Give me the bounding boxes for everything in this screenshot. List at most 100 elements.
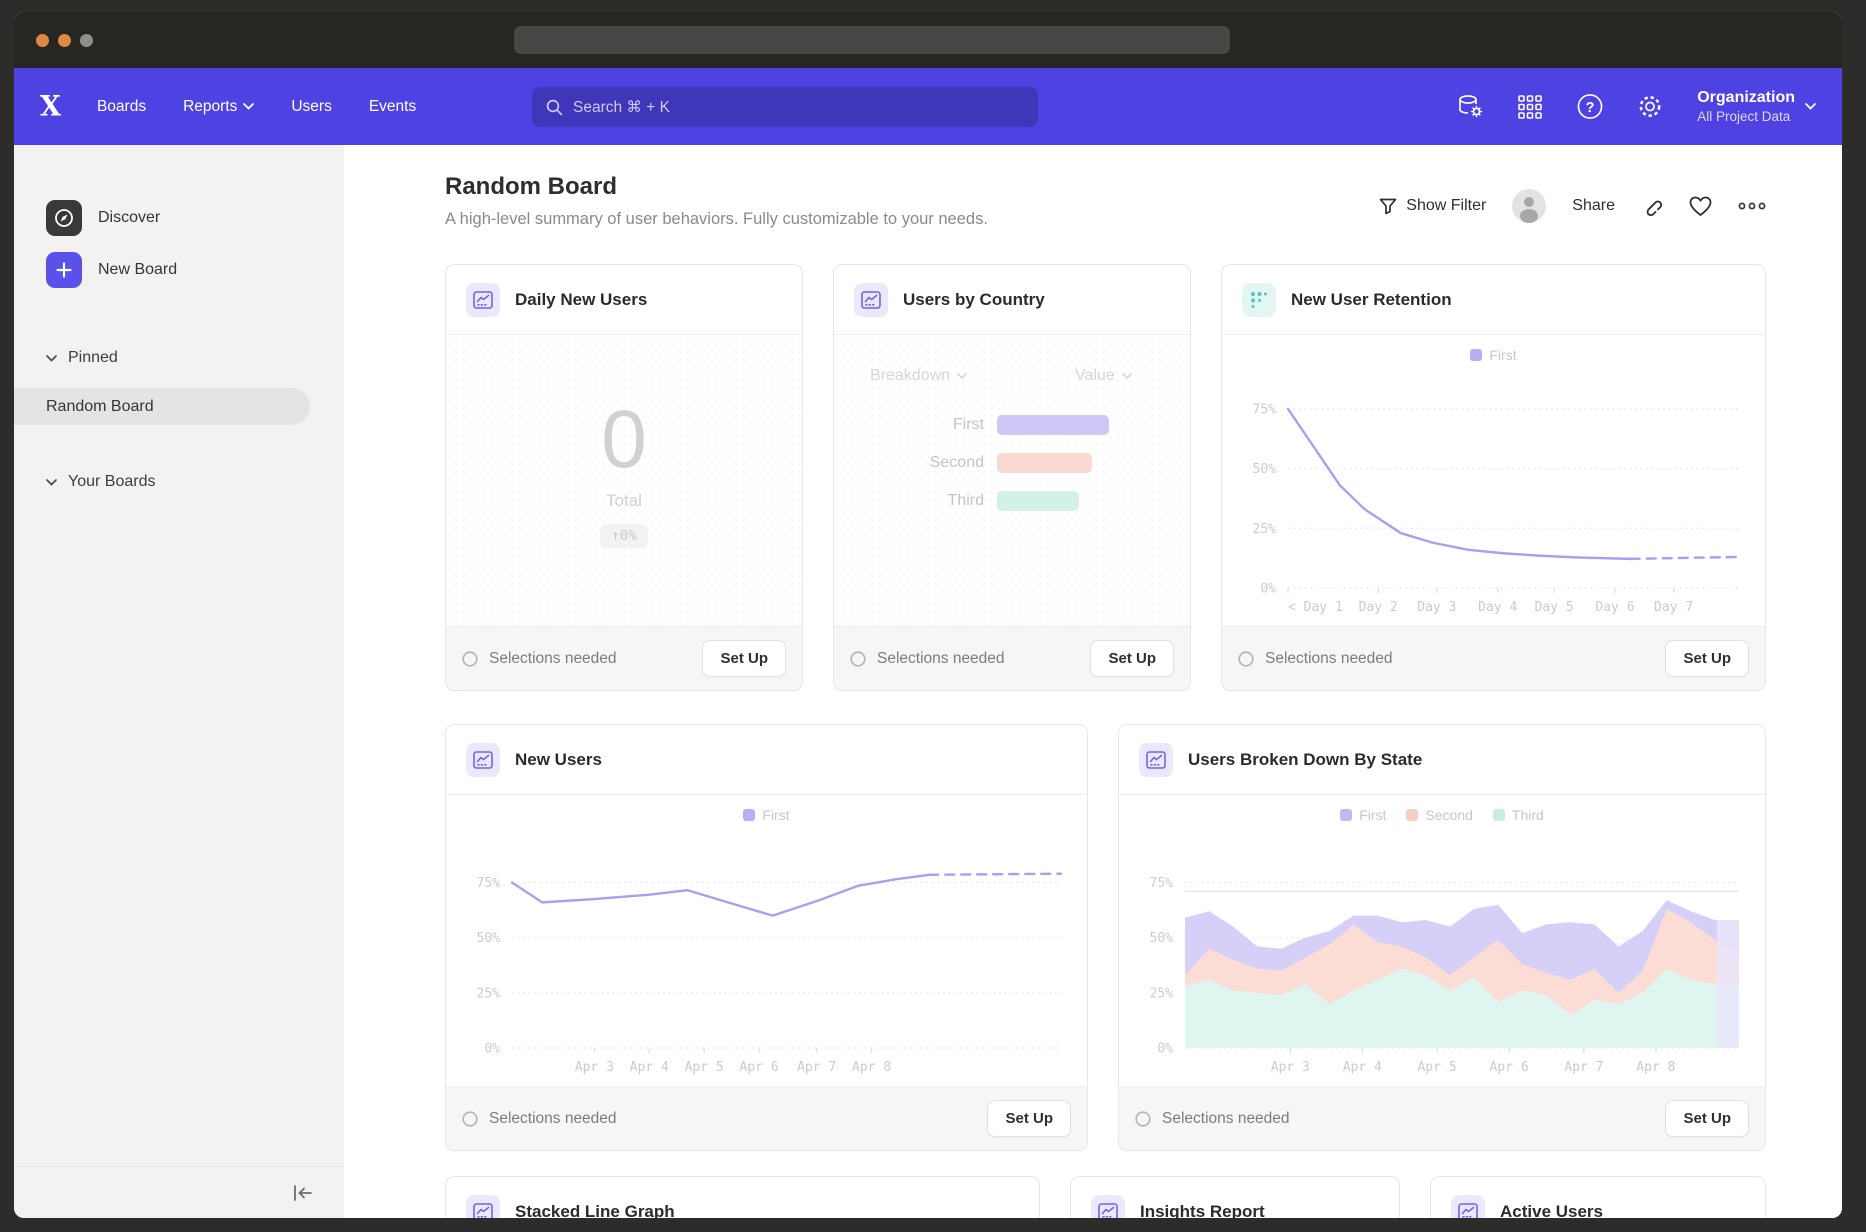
setup-button[interactable]: Set Up (1665, 1100, 1749, 1137)
svg-text:25%: 25% (1150, 986, 1174, 1001)
nav-item-users[interactable]: Users (291, 98, 331, 116)
data-management-icon[interactable] (1457, 94, 1483, 120)
compass-icon (46, 200, 82, 236)
status-text: Selections needed (1265, 650, 1393, 668)
status-text: Selections needed (489, 650, 617, 668)
search-icon (546, 99, 563, 116)
kpi-label: Total (606, 491, 642, 511)
svg-text:Apr 6: Apr 6 (739, 1060, 778, 1075)
search-input[interactable]: Search ⌘ + K (532, 87, 1038, 127)
sidebar-item-discover[interactable]: Discover (46, 195, 344, 241)
sidebar-section-your-boards[interactable]: Your Boards (46, 467, 344, 497)
search-placeholder: Search ⌘ + K (573, 98, 670, 117)
svg-text:Apr 3: Apr 3 (1271, 1060, 1310, 1075)
url-bar[interactable] (514, 26, 1230, 54)
card-title: Stacked Line Graph (515, 1202, 675, 1218)
kpi-delta-badge: ↑0% (600, 524, 647, 548)
sidebar-footer (14, 1166, 344, 1218)
card-title: Users by Country (903, 290, 1045, 310)
card-daily-new-users: Daily New Users 0 Total ↑0% Selections n… (445, 264, 803, 691)
insights-chart-icon (466, 743, 500, 777)
retention-line-chart: 75%50%25%0%< Day 1Day 2Day 3Day 4Day 5Da… (1232, 377, 1753, 620)
country-bar-list: First Second Third (834, 407, 1190, 518)
card-title: New User Retention (1291, 290, 1452, 310)
retention-dots-icon (1242, 283, 1276, 317)
legend-item: First (1340, 807, 1386, 823)
chart-legend: FirstSecondThird (1119, 807, 1765, 823)
svg-text:Apr 8: Apr 8 (1636, 1060, 1675, 1075)
legend-item: Third (1493, 807, 1544, 823)
mixpanel-logo-icon[interactable]: X (40, 90, 61, 123)
nav-item-boards[interactable]: Boards (97, 98, 146, 116)
nav-item-reports[interactable]: Reports (183, 98, 254, 116)
nav-item-events[interactable]: Events (369, 98, 416, 116)
status-circle-icon (462, 651, 478, 667)
status-text: Selections needed (489, 1110, 617, 1128)
svg-text:0%: 0% (1260, 582, 1276, 597)
insights-chart-icon (466, 1195, 500, 1218)
country-bar-row: Second (834, 445, 1190, 480)
sidebar: Discover New Board Pinned Random Board Y… (14, 145, 344, 1218)
setup-button[interactable]: Set Up (987, 1100, 1071, 1137)
card-users-by-country: Users by Country Breakdown Value (833, 264, 1191, 691)
card-title: Users Broken Down By State (1188, 750, 1422, 770)
org-subtitle: All Project Data (1697, 109, 1795, 124)
sidebar-item-new-board[interactable]: New Board (46, 247, 344, 293)
apps-grid-icon[interactable] (1517, 94, 1543, 120)
plus-icon (46, 252, 82, 288)
svg-text:Apr 7: Apr 7 (797, 1060, 836, 1075)
insights-chart-icon (1139, 743, 1173, 777)
svg-text:50%: 50% (1150, 931, 1174, 946)
insights-chart-icon (854, 283, 888, 317)
svg-text:75%: 75% (1253, 402, 1277, 417)
svg-text:25%: 25% (1253, 522, 1277, 537)
svg-text:50%: 50% (1253, 462, 1277, 477)
traffic-light-minimize[interactable] (58, 34, 71, 47)
chevron-down-icon (1122, 373, 1132, 379)
show-filter-button[interactable]: Show Filter (1379, 197, 1486, 215)
insights-chart-icon (1091, 1195, 1125, 1218)
legend-item: First (743, 807, 789, 823)
svg-text:25%: 25% (477, 986, 501, 1001)
copy-link-icon[interactable] (1641, 195, 1663, 217)
value-dropdown[interactable]: Value (1075, 367, 1132, 385)
legend-item: First (1470, 347, 1516, 363)
favorite-heart-icon[interactable] (1689, 196, 1712, 217)
page-subtitle: A high-level summary of user behaviors. … (445, 210, 988, 229)
svg-text:Apr 4: Apr 4 (630, 1060, 669, 1075)
kpi-value: 0 (601, 399, 647, 481)
svg-text:Apr 6: Apr 6 (1490, 1060, 1529, 1075)
traffic-light-zoom[interactable] (80, 34, 93, 47)
sidebar-item-random-board[interactable]: Random Board (14, 388, 310, 425)
svg-text:?: ? (1586, 100, 1595, 116)
insights-chart-icon (466, 283, 500, 317)
stacked-area-chart: 75%50%25%0%Apr 3Apr 4Apr 5Apr 6Apr 7Apr … (1129, 837, 1753, 1080)
page-title: Random Board (445, 173, 988, 201)
share-button[interactable]: Share (1572, 197, 1615, 215)
setup-button[interactable]: Set Up (702, 640, 786, 677)
svg-text:Apr 5: Apr 5 (1417, 1060, 1456, 1075)
setup-button[interactable]: Set Up (1090, 640, 1174, 677)
more-options-icon[interactable] (1738, 202, 1766, 210)
new-users-line-chart: 75%50%25%0%Apr 3Apr 4Apr 5Apr 6Apr 7Apr … (456, 837, 1075, 1080)
org-switcher[interactable]: Organization All Project Data (1697, 89, 1816, 124)
setup-button[interactable]: Set Up (1665, 640, 1749, 677)
chart-legend: First (1222, 347, 1765, 363)
traffic-light-close[interactable] (36, 34, 49, 47)
svg-text:50%: 50% (477, 931, 501, 946)
status-circle-icon (462, 1111, 478, 1127)
breakdown-dropdown[interactable]: Breakdown (870, 367, 967, 385)
chevron-down-icon (1805, 103, 1816, 110)
sidebar-section-pinned[interactable]: Pinned (46, 343, 344, 373)
svg-text:Apr 3: Apr 3 (575, 1060, 614, 1075)
svg-text:Day 6: Day 6 (1595, 600, 1634, 615)
top-navbar: X Boards Reports Users Events Search ⌘ +… (14, 68, 1842, 145)
svg-text:Apr 4: Apr 4 (1343, 1060, 1382, 1075)
collapse-sidebar-icon[interactable] (292, 1184, 314, 1202)
filter-funnel-icon (1379, 198, 1397, 215)
chevron-down-icon (46, 355, 57, 362)
status-circle-icon (1238, 651, 1254, 667)
avatar[interactable] (1512, 189, 1546, 223)
settings-gear-icon[interactable] (1637, 94, 1663, 120)
help-icon[interactable]: ? (1577, 94, 1603, 120)
